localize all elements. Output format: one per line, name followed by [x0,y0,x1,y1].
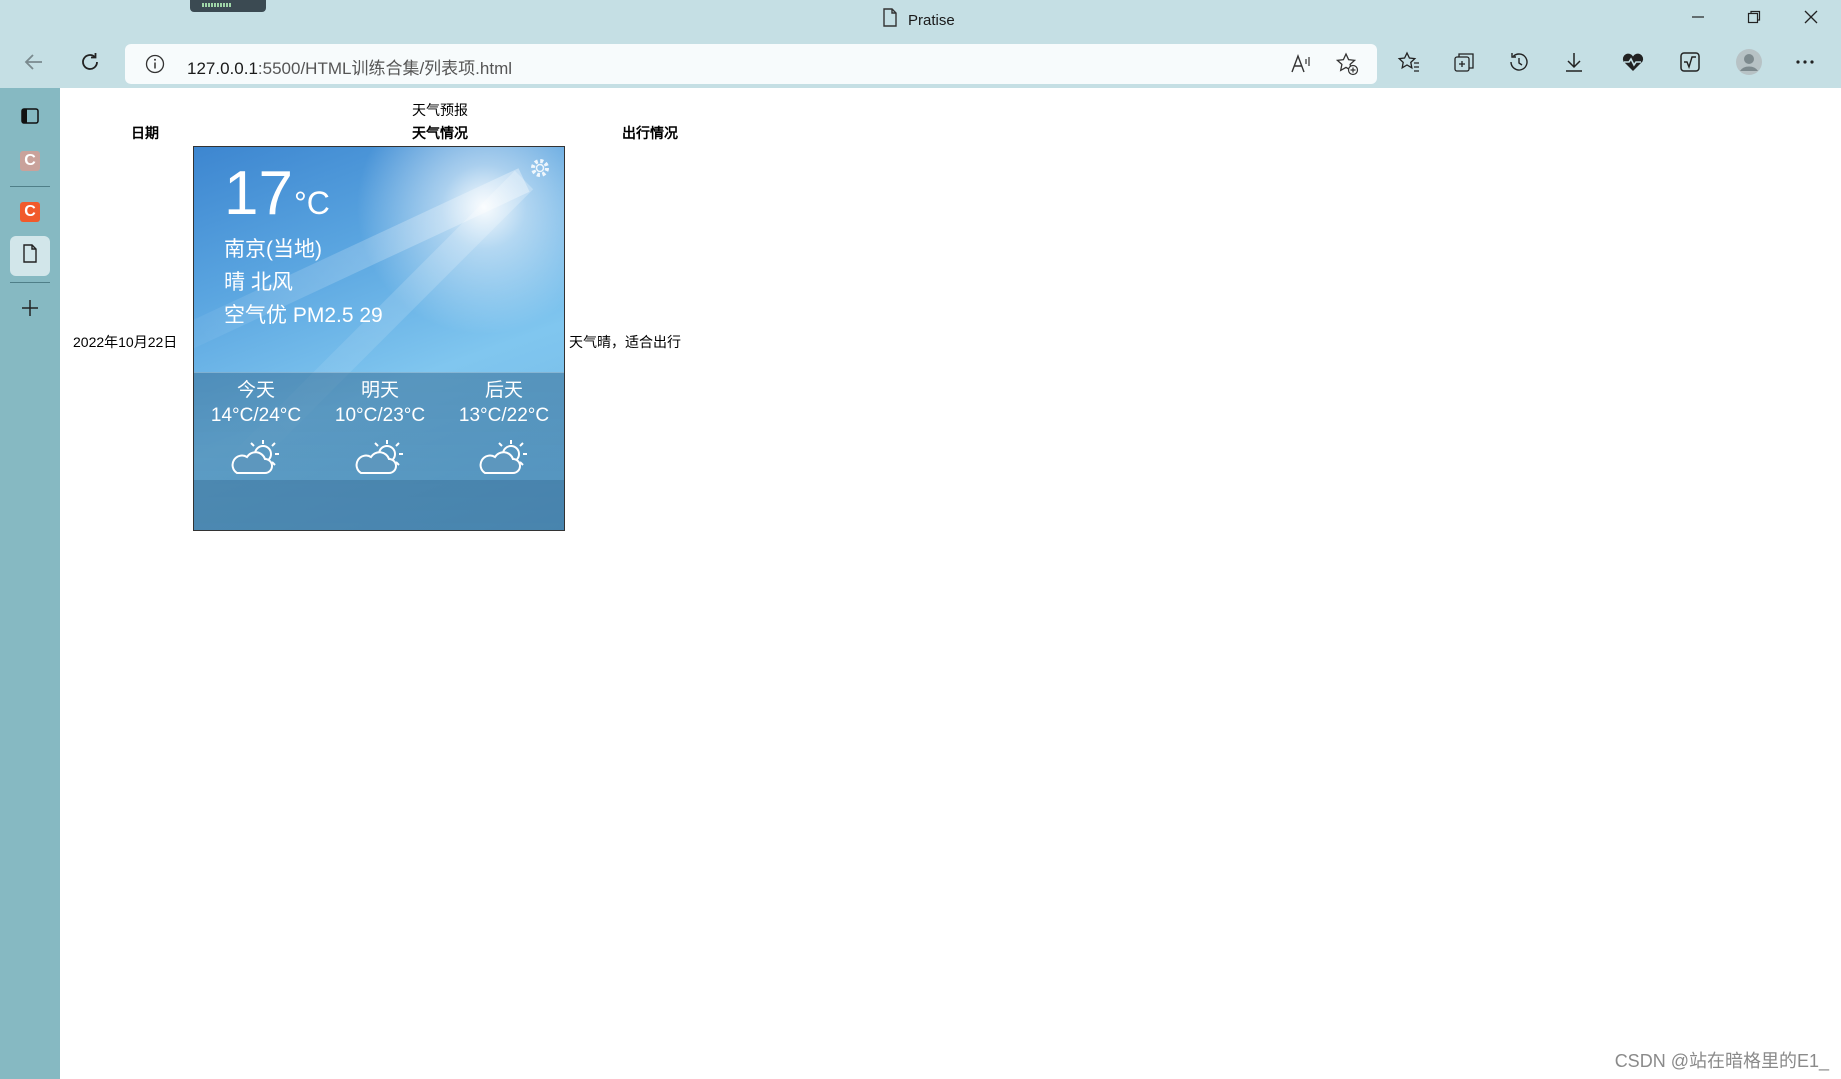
page-icon [882,8,898,32]
restore-button[interactable] [1731,4,1777,34]
city-name: 南京(当地) [224,238,322,261]
history-button[interactable] [1501,46,1537,82]
add-favorite-icon[interactable] [1335,52,1359,81]
collections-button[interactable] [1446,46,1482,82]
vertical-tabs-sidebar: C C [0,88,60,1079]
header-travel: 出行情况 [622,125,678,141]
minimize-icon [1691,10,1705,29]
csdn-tab-icon: C [20,202,40,222]
current-temperature: 17 [224,159,293,228]
minimize-button[interactable] [1675,4,1721,34]
forecast-today: 今天 14°C/24°C [194,379,318,477]
read-aloud-icon[interactable] [1290,53,1312,80]
page-icon [22,244,38,268]
travel-cell: 天气晴，适合出行 [569,334,681,350]
address-bar[interactable]: 127.0.0.1:5500/HTML训练合集/列表项.html [125,44,1377,84]
partly-cloudy-icon [351,437,409,477]
history-icon [1507,50,1531,79]
tab-actions-button[interactable] [10,98,50,138]
window-title: Pratise [908,11,955,29]
forecast-day: 明天 [360,380,399,401]
watermark: CSDN @站在暗格里的E1_ [1614,1051,1829,1071]
collections-icon [1452,50,1476,79]
performance-button[interactable] [1615,46,1651,82]
forecast-day: 后天 [484,380,523,401]
forecast-day-after: 后天 13°C/22°C [442,379,564,477]
url-text[interactable]: 127.0.0.1:5500/HTML训练合集/列表项.html [187,54,512,79]
sidebar-divider [10,282,50,283]
gear-icon[interactable] [527,155,553,186]
add-icon [20,298,40,323]
tab-csdn-1[interactable]: C [10,141,50,181]
restore-icon [1747,10,1761,29]
tab-pratise-active[interactable] [10,236,50,276]
csdn-tab-icon: C [20,151,40,171]
title-bar: Pratise [0,0,1841,40]
tab-csdn-2[interactable]: C [10,192,50,232]
favorites-button[interactable] [1391,46,1427,82]
math-solver-button[interactable] [1672,46,1708,82]
partly-cloudy-icon [227,437,285,477]
forecast-day: 今天 [236,380,275,401]
more-button[interactable] [1787,46,1823,82]
window-title-area: Pratise [882,8,955,32]
temperature-unit: °C [294,185,330,221]
weather-condition: 晴 北风 [224,271,293,294]
forecast-range: 14°C/24°C [210,405,302,426]
profile-button[interactable] [1731,46,1767,82]
back-icon [23,51,45,78]
table-caption: 天气预报 [412,102,468,118]
browser-toolbar: 127.0.0.1:5500/HTML训练合集/列表项.html [0,40,1841,88]
header-weather: 天气情况 [412,125,468,141]
forecast-panel: 今天 14°C/24°C 明天 10°C/23°C 后天 13°C/22°C [194,372,564,530]
performance-icon [1620,50,1646,79]
header-date: 日期 [131,125,159,141]
window-thumbnail [190,0,266,12]
more-icon [1794,51,1816,78]
favorites-icon [1397,50,1421,79]
page-content: 天气预报 日期 天气情况 出行情况 2022年10月22日 天气晴，适合出行 1… [60,88,1841,1079]
back-button[interactable] [16,46,52,82]
downloads-button[interactable] [1556,46,1592,82]
weather-widget: 17 °C 南京(当地) 晴 北风 空气优 PM2.5 29 今天 14°C/2… [193,146,565,531]
date-cell: 2022年10月22日 [73,334,178,350]
downloads-icon [1562,50,1586,79]
forecast-range: 10°C/23°C [334,405,426,426]
partly-cloudy-icon [475,437,533,477]
url-path: :5500/HTML训练合集/列表项.html [257,59,513,78]
new-tab-button[interactable] [10,290,50,330]
refresh-button[interactable] [72,46,108,82]
close-icon [1804,10,1818,29]
refresh-icon [79,51,101,78]
sidebar-divider [10,186,50,187]
tabs-icon [20,106,40,131]
info-icon[interactable] [145,54,165,79]
air-quality: 空气优 PM2.5 29 [224,304,383,327]
math-solver-icon [1678,50,1702,79]
close-button[interactable] [1788,4,1834,34]
forecast-range: 13°C/22°C [458,405,550,426]
url-host: 127.0.0.1 [187,59,258,78]
profile-icon [1735,48,1763,81]
forecast-tomorrow: 明天 10°C/23°C [318,379,442,477]
forecast-footer [194,480,564,530]
